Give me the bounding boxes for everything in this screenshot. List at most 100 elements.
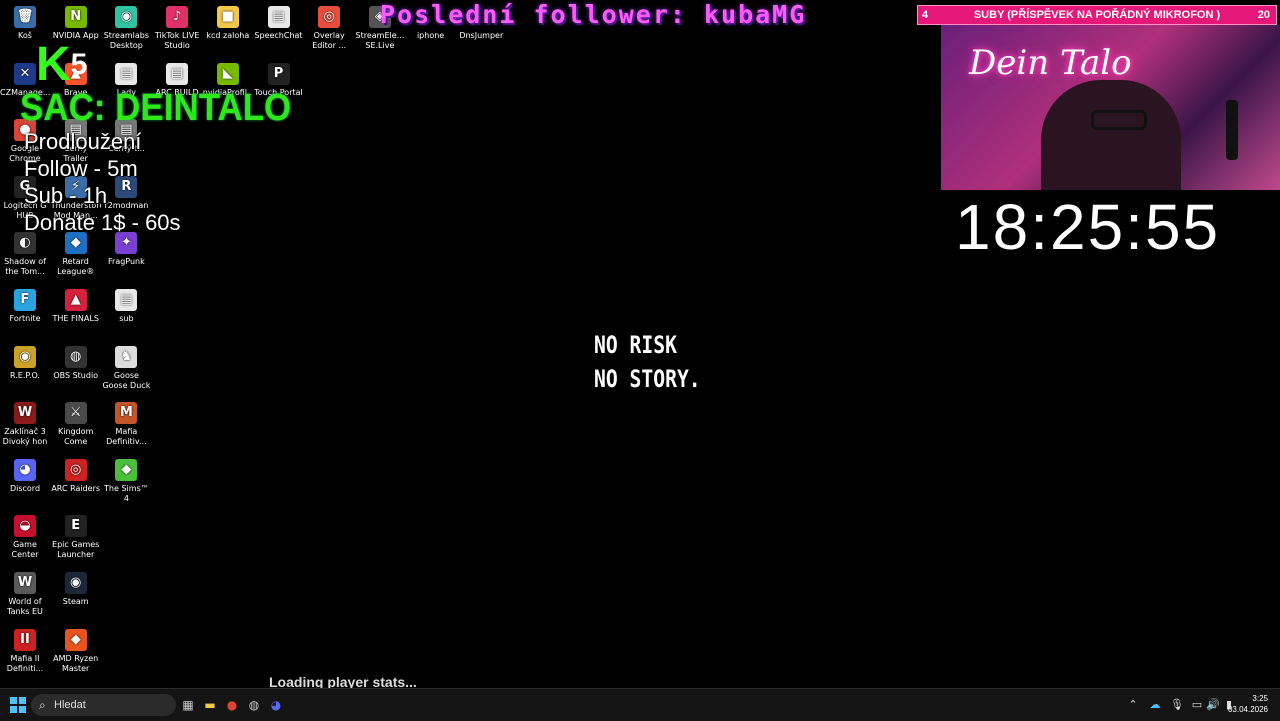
desktop-icon[interactable]: ⚔Kingdom Come Deliv...: [51, 402, 101, 447]
desktop-icon-label: ARC Raiders: [51, 483, 101, 493]
desktop-icon[interactable]: ■ kcd zaloha: [203, 6, 253, 41]
desktop-icon[interactable]: 🗑 Koš: [0, 6, 50, 41]
onedrive-icon[interactable]: ☁: [1148, 697, 1162, 713]
clock-time: 3:25: [1252, 694, 1268, 703]
slogan-line-1: NO RISK: [594, 331, 677, 359]
desktop-icon-label: The Sims™ 4: [104, 483, 149, 503]
chrome-icon[interactable]: ●: [224, 697, 240, 713]
desktop-icon-label: SpeechChat: [254, 31, 303, 40]
desktop-icon-label: Overlay Editor ...: [312, 31, 347, 50]
desktop-icon-label: THE FINALS: [52, 314, 99, 323]
desktop-icon[interactable]: ▲ THE FINALS: [51, 289, 101, 324]
desktop-icon[interactable]: II Mafia II Definiti...: [0, 628, 50, 674]
chevron-up-icon[interactable]: ⌃: [1126, 697, 1140, 713]
desktop-icon[interactable]: ◉ Streamlabs Desktop: [101, 6, 151, 51]
sac-title: SAC: DEINTALO: [20, 87, 292, 129]
desktop-icon-label: AMD Ryzen Master: [53, 653, 99, 673]
microphone-shape: [1226, 100, 1238, 160]
app-icon: 🗑: [14, 6, 36, 28]
desktop-icon-label: iphone: [416, 31, 445, 40]
desktop-icon[interactable]: ◆ The Sims™ 4: [101, 458, 151, 504]
app-icon: ■: [216, 6, 239, 28]
app-icon: ◉: [14, 345, 36, 368]
desktop-icon[interactable]: ◍ OBS Studio: [51, 345, 101, 381]
app-icon: ✕: [14, 62, 36, 85]
app-icon: ▤: [115, 289, 138, 311]
taskbar-search[interactable]: ⌕ Hledat: [31, 694, 176, 716]
desktop-icon-label: Fortnite: [9, 314, 41, 323]
webcam-feed: Dein Talo: [941, 25, 1280, 190]
streamer-figure: [1041, 80, 1181, 190]
desktop-icon[interactable]: ◐ Shadow of the Tom...: [0, 232, 50, 277]
desktop-icon-label: Zaklínač 3 Divoký hon: [2, 427, 48, 447]
app-icon: ◒: [14, 515, 36, 538]
app-icon: ◍: [64, 345, 87, 368]
extension-rules: Prodloužení Follow - 5m Sub - 1h Donate …: [24, 128, 181, 236]
desktop-icon[interactable]: W World of Tanks EU: [0, 572, 50, 617]
desktop-icon[interactable]: ◎ Overlay Editor ...: [304, 6, 354, 51]
slogan-line-2: NO STORY.: [594, 365, 701, 393]
desktop-icon-label: OBS Studio: [53, 370, 99, 380]
app-icon: W: [14, 572, 36, 594]
start-button[interactable]: [10, 697, 26, 713]
app-icon: ♪: [166, 6, 189, 28]
microphone-icon[interactable]: 🎙: [1170, 697, 1184, 713]
desktop-icon[interactable]: ♞ Goose Goose Duck: [101, 345, 151, 391]
app-icon: ◎: [318, 6, 341, 28]
desktop-icon[interactable]: ✦ FragPunk: [101, 232, 151, 267]
desktop-icon-label: sub: [119, 314, 134, 323]
desktop-icon[interactable]: F Fortnite: [0, 289, 50, 324]
app-icon: ◣: [216, 62, 239, 85]
clock-date: 03.04.2026: [1227, 705, 1268, 714]
desktop-icon[interactable]: E Epic Games Launcher: [51, 515, 101, 560]
desktop-icon-label: Goose Goose Duck: [102, 370, 151, 390]
last-follower-banner: Poslední follower: kubaMG: [380, 0, 807, 29]
file-explorer-icon[interactable]: ▬: [202, 697, 218, 713]
desktop-icon[interactable]: ◕ Discord: [0, 458, 50, 494]
extension-line: Donate 1$ - 60s: [24, 210, 181, 235]
desktop-icon-label: World of Tanks EU: [7, 597, 43, 616]
app-icon: ▤: [166, 62, 189, 85]
desktop-icon-label: Epic Games Launcher: [52, 540, 100, 560]
obs-taskbar-icon[interactable]: ◍: [246, 697, 262, 713]
app-icon: E: [64, 515, 87, 538]
desktop-icon-label: Kingdom Come Deliv...: [57, 427, 94, 447]
desktop-icon[interactable]: W Zaklínač 3 Divoký hon: [0, 402, 50, 447]
app-icon: ⚔: [64, 402, 87, 425]
app-icon: ◆: [64, 628, 87, 651]
desktop-icon[interactable]: N NVIDIA App: [51, 6, 101, 41]
desktop-icon-label: Steam: [62, 597, 89, 606]
desktop-icon[interactable]: ◉ Steam: [51, 572, 101, 607]
app-icon: N: [64, 6, 87, 28]
desktop-icon[interactable]: ◉ R.E.P.O.: [0, 345, 50, 381]
desktop-icon-label: StreamEle... SE.Live: [355, 31, 405, 50]
desktop-icon[interactable]: ◎ ARC Raiders: [51, 458, 101, 494]
desktop-icon-label: Game Center: [11, 540, 39, 560]
system-clock[interactable]: 3:25 03.04.2026: [1208, 693, 1268, 715]
k5-letter: K: [36, 38, 71, 91]
desktop-icon[interactable]: M Mafia Definitiv...: [101, 402, 151, 447]
desktop-icon[interactable]: ▤ SpeechChat: [254, 6, 304, 41]
app-icon: ◎: [64, 458, 87, 481]
task-view-icon[interactable]: ▦: [180, 697, 196, 713]
desktop-icon[interactable]: ♪ TikTok LIVE Studio: [152, 6, 202, 51]
desktop-icon-label: Discord: [9, 483, 41, 493]
taskbar: ⌕ Hledat ▦ ▬ ● ◍ ◕ ⌃ ☁ 🎙 ▭ 🔊 ▮ 3:25 03.0…: [0, 688, 1280, 721]
desktop-icon[interactable]: ◆ AMD Ryzen Master: [51, 628, 101, 674]
glasses-shape: [1091, 110, 1147, 130]
goal-target: 20: [1257, 9, 1270, 21]
subathon-timer: 18:25:55: [955, 191, 1221, 263]
app-icon: ◕: [14, 458, 36, 481]
desktop-icon[interactable]: ▤ sub: [101, 289, 151, 324]
discord-taskbar-icon[interactable]: ◕: [268, 697, 284, 713]
desktop-icon-label: kcd zaloha: [206, 31, 250, 40]
desktop-icon-label: Shadow of the Tom...: [4, 257, 46, 277]
desktop-icon[interactable]: ◆ Retard League®: [51, 232, 101, 277]
app-icon: II: [14, 628, 36, 651]
desktop-icon-label: TikTok LIVE Studio: [154, 31, 200, 50]
sub-goal-bar: 4 SUBY (PŘÍSPĚVEK NA POŘÁDNÝ MIKROFON ) …: [917, 5, 1277, 25]
app-icon: ▲: [64, 289, 87, 311]
slogan: NO RISK NO STORY.: [594, 328, 701, 396]
desktop-icon[interactable]: ◒ Game Center: [0, 515, 50, 560]
monitor-icon[interactable]: ▭: [1190, 697, 1204, 713]
